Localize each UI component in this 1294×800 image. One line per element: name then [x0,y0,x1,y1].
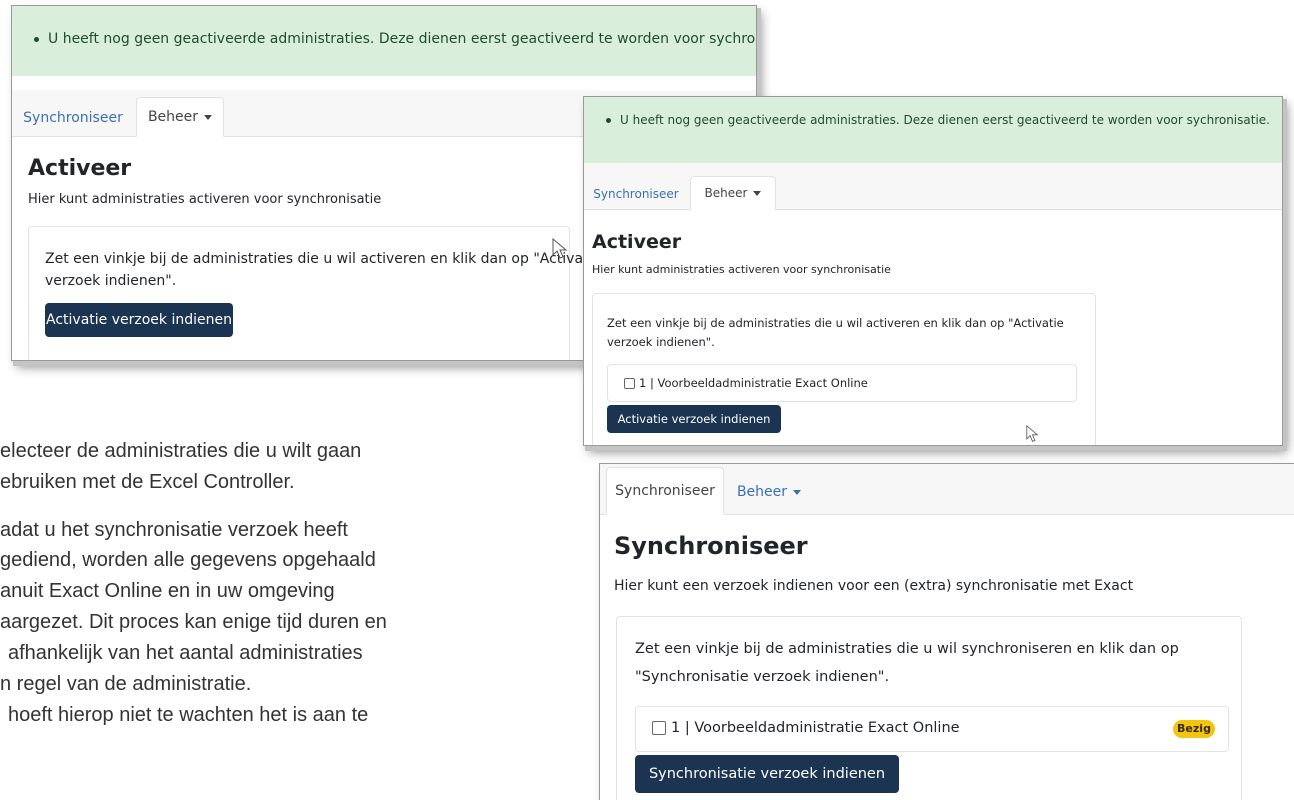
page-subtitle: Hier kunt een verzoek indienen voor een … [614,578,1134,594]
admin-checkbox[interactable] [624,378,635,389]
instruction-text: "Synchronisatie verzoek indienen". [635,669,890,685]
screenshot-activate-2: U heeft nog geen geactiveerde administra… [584,97,1282,445]
bullet-icon [606,118,611,123]
document-line: adat u het synchronisatie verzoek heeft [0,519,348,541]
caret-down-icon [753,191,762,196]
alert-banner: U heeft nog geen geactiveerde administra… [12,6,756,76]
page-subtitle: Hier kunt administraties activeren voor … [592,263,891,276]
tab-beheer[interactable]: Beheer [724,469,814,515]
activate-card: Zet een vinkje bij de administraties die… [592,293,1096,445]
page-title: Activeer [592,231,682,253]
instruction-text: verzoek indienen". [45,273,177,289]
activate-card: Zet een vinkje bij de administraties die… [28,226,601,360]
tab-synchroniseer[interactable]: Synchroniseer [606,467,724,515]
caret-down-icon [793,489,802,495]
sync-request-button[interactable]: Synchronisatie verzoek indienen [635,755,899,793]
alert-text: U heeft nog geen geactiveerde administra… [620,113,1270,127]
mouse-cursor-icon [552,238,568,259]
activate-request-button[interactable]: Activatie verzoek indienen [607,405,781,433]
instruction-text: verzoek indienen". [607,335,715,349]
tab-synchroniseer[interactable]: Synchroniseer [12,99,134,137]
caret-down-icon [204,114,213,120]
bullet-icon [34,36,39,42]
page-title: Activeer [28,156,132,181]
document-line: ebruiken met de Excel Controller. [0,471,295,493]
alert-banner: U heeft nog geen geactiveerde administra… [584,97,1282,163]
document-line: gediend, worden alle gegevens opgehaald [0,549,376,571]
admin-list-item: 1 | Voorbeeldadministratie Exact Online [607,364,1077,402]
document-line: hoeft hierop niet te wachten het is aan … [8,704,369,726]
document-line: aargezet. Dit proces kan enige tijd dure… [0,611,387,633]
mouse-cursor-icon [1026,425,1039,442]
sync-card: Zet een vinkje bij de administraties die… [616,616,1242,800]
admin-checkbox[interactable] [652,721,666,735]
tab-beheer[interactable]: Beheer [136,97,224,137]
admin-label: 1 | Voorbeeldadministratie Exact Online [671,720,960,736]
instruction-text: Zet een vinkje bij de administraties die… [607,316,1064,330]
page-subtitle: Hier kunt administraties activeren voor … [28,192,382,207]
page-title: Synchroniseer [614,532,808,560]
document-line: anuit Exact Online en in uw omgeving [0,580,335,602]
document-line: electeer de administraties die u wilt ga… [0,440,362,462]
alert-text: U heeft nog geen geactiveerde administra… [48,31,756,47]
instruction-text: Zet een vinkje bij de administraties die… [635,641,1179,657]
tab-beheer[interactable]: Beheer [690,176,776,210]
status-badge: Bezig [1173,720,1215,738]
activate-request-button[interactable]: Activatie verzoek indienen [45,303,233,337]
nav-tabs: Synchroniseer Beheer [600,464,1294,515]
tab-synchroniseer[interactable]: Synchroniseer [584,178,688,210]
screenshot-synchroniseer: Synchroniseer Beheer Synchroniseer Hier … [600,464,1294,800]
document-line: n regel van de administratie. [0,673,252,695]
admin-label: 1 | Voorbeeldadministratie Exact Online [639,376,868,390]
instruction-text: Zet een vinkje bij de administraties die… [45,251,602,267]
admin-list-item: 1 | Voorbeeldadministratie Exact Online … [635,706,1229,752]
nav-tabs: Synchroniseer Beheer [584,163,1282,210]
document-line: afhankelijk van het aantal administratie… [8,642,363,664]
